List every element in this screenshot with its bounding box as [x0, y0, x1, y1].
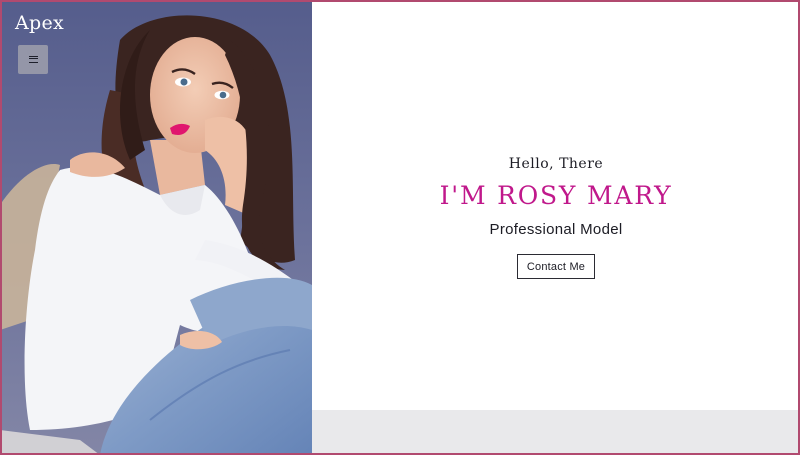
hero-photo-panel: Apex — [0, 0, 312, 455]
brand-logo[interactable]: Apex — [15, 12, 64, 34]
next-section-strip — [312, 410, 800, 455]
hero-text-block: Hello, There I'M ROSY MARY Professional … — [312, 156, 800, 279]
hero-role: Professional Model — [489, 221, 623, 238]
menu-toggle-button[interactable] — [18, 45, 48, 74]
hero-section: Hello, There I'M ROSY MARY Professional … — [312, 0, 800, 410]
hero-headline: I'M ROSY MARY — [439, 181, 673, 210]
hero-greeting: Hello, There — [508, 156, 604, 172]
contact-me-button[interactable]: Contact Me — [516, 254, 596, 279]
hamburger-menu-icon — [28, 56, 38, 63]
